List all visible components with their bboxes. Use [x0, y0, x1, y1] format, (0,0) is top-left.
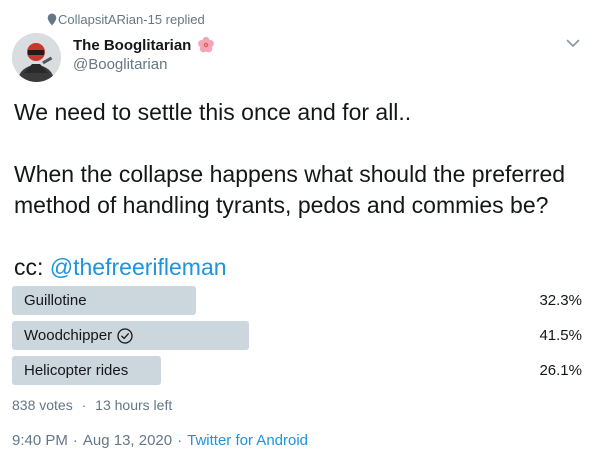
author-handle[interactable]: @Booglitarian	[73, 56, 167, 73]
author-name-row[interactable]: The Booglitarian	[73, 36, 215, 54]
poll-votes: 838 votes	[12, 397, 73, 413]
poll-meta: 838 votes · 13 hours left	[12, 397, 172, 413]
separator: ·	[72, 432, 78, 449]
tweet-time[interactable]: 9:40 PM	[12, 432, 68, 449]
poll-option-label-row: Woodchipper	[24, 321, 133, 350]
reply-context-text[interactable]: CollapsitARian-15 replied	[58, 12, 205, 27]
avatar[interactable]	[12, 33, 61, 82]
poll-option-percent: 41.5%	[539, 327, 582, 344]
tweet-text: We need to settle this once and for all.…	[14, 97, 580, 283]
separator: ·	[81, 397, 87, 413]
poll-option-label: Guillotine	[24, 292, 87, 309]
poll-time-left: 13 hours left	[95, 397, 173, 413]
tweet-source-link[interactable]: Twitter for Android	[187, 432, 308, 449]
tweet-cc-line: cc: @thefreerifleman	[14, 252, 580, 283]
chevron-down-icon	[566, 39, 580, 47]
reply-context: CollapsitARian-15 replied	[47, 10, 205, 28]
poll-option-woodchipper: Woodchipper 41.5%	[12, 321, 582, 350]
check-circle-icon	[117, 327, 133, 344]
poll-option-percent: 26.1%	[539, 362, 582, 379]
poll: Guillotine 32.3% Woodchipper 41.5% Helic…	[12, 286, 582, 391]
poll-option-label: Helicopter rides	[24, 362, 129, 379]
more-options-button[interactable]	[562, 32, 584, 54]
poll-option-label: Woodchipper	[24, 327, 113, 344]
tweet-date[interactable]: Aug 13, 2020	[83, 432, 172, 449]
tweet-timestamp-row: 9:40 PM · Aug 13, 2020 · Twitter for And…	[12, 432, 308, 449]
poll-option-percent: 32.3%	[539, 292, 582, 309]
hibiscus-icon	[198, 36, 215, 53]
mention-link[interactable]: @thefreerifleman	[50, 254, 227, 280]
poll-option-guillotine: Guillotine 32.3%	[12, 286, 582, 315]
author-display-name[interactable]: The Booglitarian	[73, 37, 191, 54]
cc-prefix: cc:	[14, 254, 50, 280]
tweet-line-2: When the collapse happens what should th…	[14, 161, 566, 218]
location-pin-icon	[47, 13, 57, 26]
separator: ·	[177, 432, 183, 449]
poll-option-helicopter-rides: Helicopter rides 26.1%	[12, 356, 582, 385]
tweet-line-1: We need to settle this once and for all.…	[14, 99, 412, 125]
avatar-image	[12, 33, 61, 82]
